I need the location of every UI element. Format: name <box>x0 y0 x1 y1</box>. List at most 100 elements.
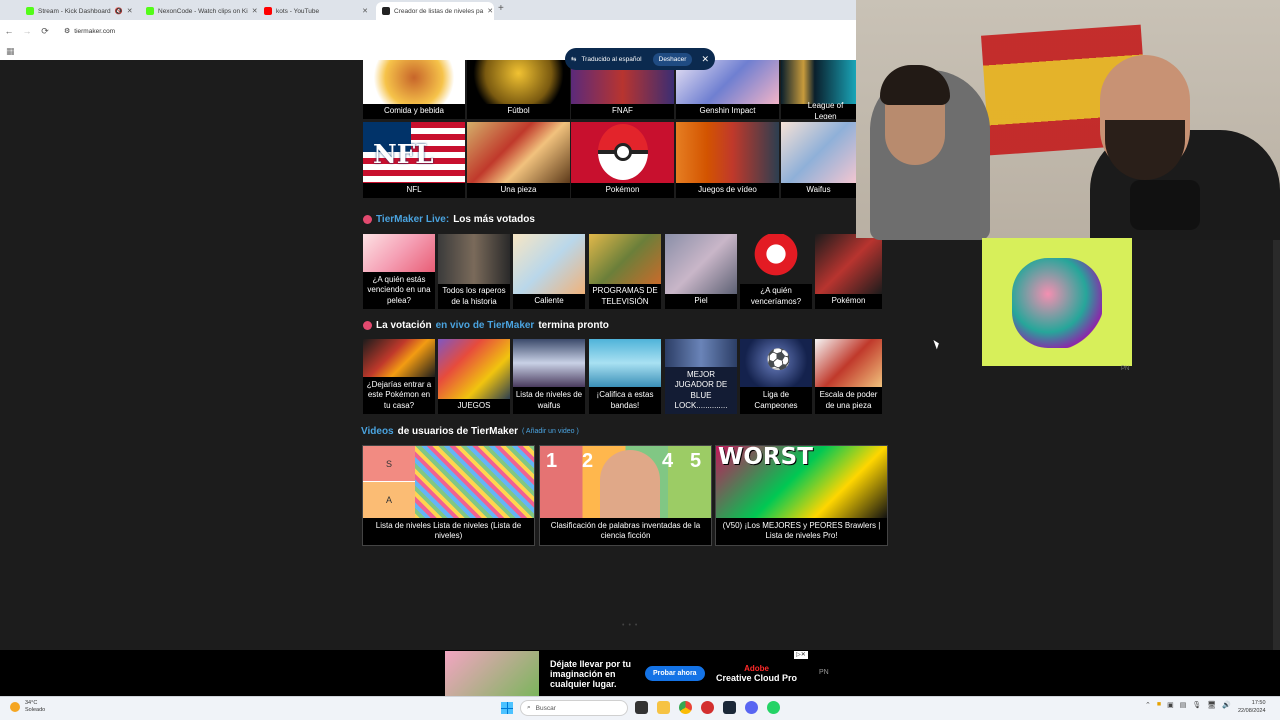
video-card[interactable]: WORST (V50) ¡Los MEJORES y PEORES Brawle… <box>715 445 888 546</box>
live-tile[interactable]: Piel <box>665 234 737 309</box>
add-video-link[interactable]: ( Añadir un video ) <box>522 428 579 435</box>
address-bar[interactable]: ⚙ tiermaker.com <box>64 27 115 36</box>
close-icon[interactable]: ✕ <box>127 7 133 15</box>
video-title: Lista de niveles Lista de niveles (Lista… <box>375 520 522 541</box>
category-tile[interactable]: Pokémon <box>571 122 674 198</box>
rank-number: 1 <box>546 450 558 472</box>
close-icon[interactable]: ✕ <box>362 7 368 15</box>
live-tile[interactable]: PROGRAMAS DE TELEVISIÓN <box>589 234 661 309</box>
tab-youtube[interactable]: kots - YouTube ✕ <box>258 2 374 20</box>
discord-icon[interactable] <box>745 701 758 714</box>
tab-nexoncode[interactable]: NexonCode - Watch clips on Ki ✕ <box>140 2 258 20</box>
search-placeholder: Buscar <box>535 704 556 712</box>
apps-grid-icon[interactable]: ▦ <box>6 46 15 57</box>
video-thumbnail: 1 2 4 5 <box>540 446 711 518</box>
tier-a-label: A <box>363 482 415 518</box>
translate-label: Traducido al español <box>581 55 642 63</box>
taskbar-clock[interactable]: 17:50 22/08/2024 <box>1238 699 1266 715</box>
tiermaker-icon <box>382 7 390 15</box>
new-tab-icon[interactable]: + <box>498 3 504 14</box>
mute-icon[interactable]: 🔇 <box>115 7 123 15</box>
undo-translate-button[interactable]: Deshacer <box>652 52 693 66</box>
vote-tile[interactable]: Escala de poder de una pieza <box>815 339 882 414</box>
chevron-up-icon[interactable]: ⌃ <box>1145 701 1151 709</box>
video-title: Clasificación de palabras inventadas de … <box>550 520 701 541</box>
category-tile[interactable]: Comida y bebida <box>363 60 465 119</box>
windows-start-icon[interactable] <box>501 702 513 714</box>
category-tile[interactable]: Waifus <box>781 122 856 198</box>
steam-icon[interactable] <box>723 701 736 714</box>
live-tile[interactable]: Pokémon <box>815 234 882 309</box>
vote-tile[interactable]: Lista de niveles de waifus <box>513 339 585 414</box>
live-tile[interactable]: Caliente <box>513 234 585 309</box>
volume-icon[interactable]: 🔊 <box>1222 701 1231 709</box>
video-card[interactable]: S A Lista de niveles Lista de niveles (L… <box>362 445 535 546</box>
whatsapp-icon[interactable] <box>767 701 780 714</box>
vote-image: ⚽ <box>740 339 812 387</box>
video-card[interactable]: 1 2 4 5 Clasificación de palabras invent… <box>539 445 712 546</box>
tray-app-icon[interactable]: ▤ <box>1180 701 1187 709</box>
tab-title: kots - YouTube <box>276 7 320 15</box>
tab-kick-dashboard[interactable]: Stream - Kick Dashboard 🔇 ✕ <box>20 2 138 20</box>
side-advertisement[interactable] <box>982 238 1132 366</box>
nfl-logo-text: NFL <box>373 140 434 170</box>
live-tile[interactable]: ¿A quién estás venciendo en una pelea? <box>363 234 435 309</box>
tile-label: ¡Califica a estas bandas! <box>589 387 661 414</box>
tile-label: PROGRAMAS DE TELEVISIÓN <box>589 284 661 309</box>
tile-label: NFL <box>363 183 465 198</box>
tray-app-icon[interactable]: ▣ <box>1167 701 1174 709</box>
reload-icon[interactable]: ⟳ <box>36 26 54 37</box>
video-title: (V50) ¡Los MEJORES y PEORES Brawlers | L… <box>722 520 881 541</box>
category-tile[interactable]: NFL NFL <box>363 122 465 198</box>
ad-cta-button[interactable]: Probar ahora <box>645 666 705 681</box>
tray-app-icon[interactable]: ■ <box>1157 701 1161 709</box>
ad-headline[interactable]: Déjate llevar por tu imaginación en cual… <box>550 659 640 689</box>
tile-label: Caliente <box>513 294 585 309</box>
browser-tab-strip: Stream - Kick Dashboard 🔇 ✕ NexonCode - … <box>0 0 856 20</box>
vote-title-a: La votación <box>376 320 432 331</box>
vote-tile[interactable]: ¿Dejarías entrar a este Pokémon en tu ca… <box>363 339 435 414</box>
tab-tiermaker[interactable]: Creador de listas de niveles pa ✕ <box>376 2 494 20</box>
forward-icon[interactable]: → <box>18 26 36 36</box>
category-tile[interactable]: Fútbol <box>467 60 570 119</box>
live-tile[interactable]: Todos los raperos de la historia <box>438 234 510 309</box>
file-explorer-icon[interactable] <box>657 701 670 714</box>
close-icon[interactable]: ✕ <box>252 7 258 15</box>
vote-tile[interactable]: ¡Califica a estas bandas! <box>589 339 661 414</box>
live-brand[interactable]: TierMaker Live: <box>376 214 449 225</box>
tab-title: NexonCode - Watch clips on Ki <box>158 7 248 15</box>
ballon-dor-image <box>467 60 570 104</box>
ad-brand: Adobe Creative Cloud Pro <box>716 664 797 683</box>
ad-image[interactable] <box>445 651 539 696</box>
vote-tile[interactable]: ⚽ Liga de Campeones <box>740 339 812 414</box>
ad-choices-icon[interactable]: ▷✕ <box>794 651 808 659</box>
microphone-icon[interactable]: 🎙 <box>1192 701 1201 709</box>
app-icon[interactable] <box>701 701 714 714</box>
close-icon[interactable]: ✕ <box>701 54 709 65</box>
close-icon[interactable]: ✕ <box>487 7 493 15</box>
vote-tile[interactable]: MEJOR JUGADOR DE BLUE LOCK.............. <box>665 339 737 414</box>
weather-widget[interactable]: 34°C Soleado <box>10 700 45 714</box>
adobe-logo: Adobe <box>744 664 769 673</box>
ad-label: PN <box>819 669 829 676</box>
category-tile[interactable]: Una pieza <box>467 122 570 198</box>
vote-image <box>438 339 510 399</box>
site-info-icon[interactable]: ⚙ <box>64 27 70 35</box>
videos-section-title: Videos de usuarios de TierMaker ( Añadir… <box>361 426 579 437</box>
vote-section-title: La votación en vivo de TierMaker termina… <box>363 320 609 331</box>
chrome-icon[interactable] <box>679 701 692 714</box>
vote-tile[interactable]: JUEGOS <box>438 339 510 414</box>
tile-label: Escala de poder de una pieza <box>815 387 882 414</box>
category-tile[interactable]: Juegos de vídeo <box>676 122 779 198</box>
live-tile[interactable]: ¿A quién venceríamos? <box>740 234 812 309</box>
taskbar-search[interactable]: ⌕ Buscar <box>520 700 628 716</box>
page-scrollbar[interactable] <box>1273 240 1280 696</box>
clock-date: 22/08/2024 <box>1238 708 1266 714</box>
videos-title-a[interactable]: Videos <box>361 426 394 437</box>
network-icon[interactable]: 🖥 <box>1207 701 1216 709</box>
back-icon[interactable]: ← <box>0 26 18 36</box>
tile-label: ¿A quién estás venciendo en una pelea? <box>363 272 435 309</box>
category-tile[interactable]: League of Legen <box>781 60 856 119</box>
vote-title-b[interactable]: en vivo de TierMaker <box>436 320 535 331</box>
task-view-icon[interactable] <box>635 701 648 714</box>
